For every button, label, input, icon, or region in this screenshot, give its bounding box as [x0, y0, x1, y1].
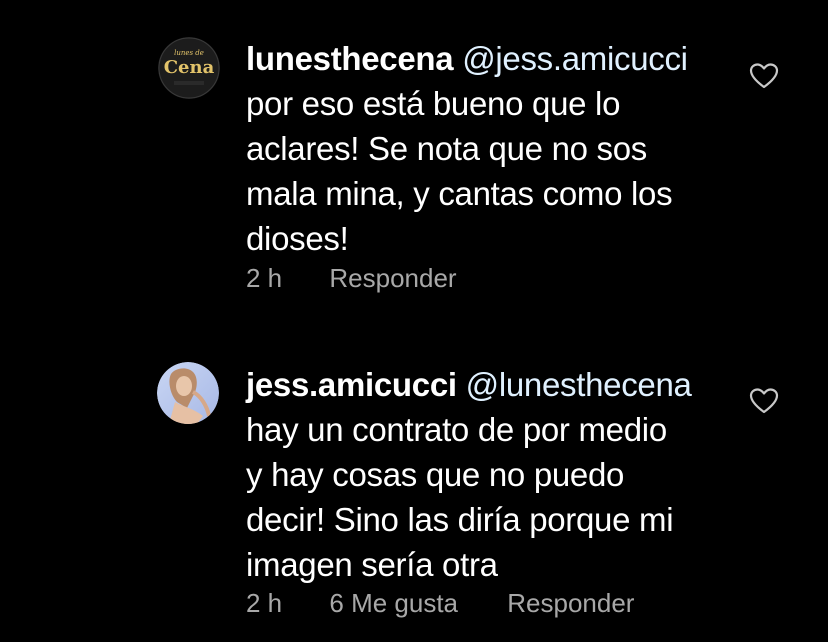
comment-username[interactable]: lunesthecena	[246, 40, 454, 77]
comment-meta: 2 h Responder	[246, 263, 457, 294]
comment-meta: 2 h 6 Me gusta Responder	[246, 588, 634, 619]
avatar-logo-text: Cena	[164, 57, 215, 78]
likes-count[interactable]: 6 Me gusta	[329, 588, 458, 619]
like-heart-icon[interactable]	[749, 387, 779, 415]
comment-time: 2 h	[246, 588, 283, 618]
avatar[interactable]: lunes de Cena	[158, 37, 220, 99]
comment-mention[interactable]: @jess.amicucci	[462, 40, 688, 77]
comment-line: mala mina, y cantas como los	[246, 175, 673, 212]
reply-button[interactable]: Responder	[329, 263, 456, 294]
like-heart-icon[interactable]	[749, 62, 779, 90]
avatar[interactable]	[157, 362, 219, 424]
comment-time: 2 h	[246, 263, 283, 293]
avatar-logo-small: lunes de	[174, 49, 204, 57]
comment-line: por eso está bueno que lo	[246, 85, 621, 122]
comment-mention[interactable]: @lunesthecena	[466, 366, 692, 403]
reply-button[interactable]: Responder	[507, 588, 634, 619]
comment-text: lunesthecena @jess.amicucci por eso está…	[246, 36, 746, 261]
comment-line: decir! Sino las diría porque mi	[246, 501, 674, 538]
comment-first-line: lunesthecena @jess.amicucci	[246, 36, 746, 81]
comment-username[interactable]: jess.amicucci	[246, 366, 457, 403]
comment-line: hay un contrato de por medio	[246, 411, 667, 448]
comment-first-line: jess.amicucci @lunesthecena	[246, 362, 746, 407]
comment-line: imagen sería otra	[246, 546, 498, 583]
comment-text: jess.amicucci @lunesthecena hay un contr…	[246, 362, 746, 587]
comment-line: dioses!	[246, 220, 349, 257]
comment-line: y hay cosas que no puedo	[246, 456, 625, 493]
comment-line: aclares! Se nota que no sos	[246, 130, 648, 167]
